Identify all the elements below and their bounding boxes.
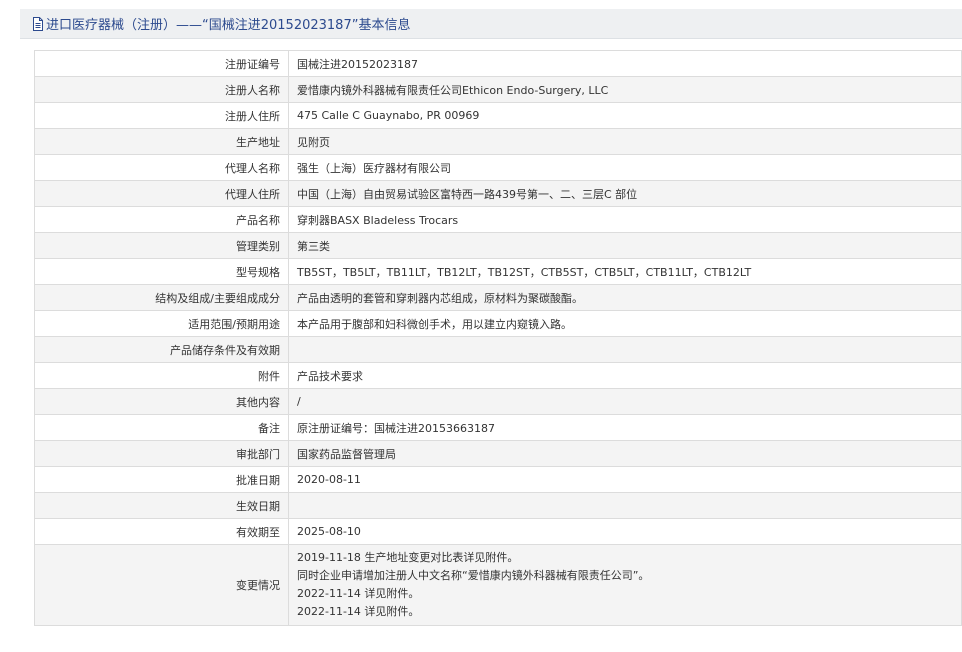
page: 进口医疗器械（注册）——“国械注进20152023187”基本信息 注册证编号国…	[0, 0, 962, 652]
table-row: 有效期至 2025-08-10	[34, 518, 962, 545]
change-history-line: 2022-11-14 详见附件。	[297, 605, 420, 618]
change-history-line: 同时企业申请增加注册人中文名称“爱惜康内镜外科器械有限责任公司”。	[297, 569, 650, 582]
field-label: 注册人名称	[34, 76, 289, 103]
field-label: 注册人住所	[34, 102, 289, 129]
field-label: 变更情况	[34, 544, 289, 626]
field-label: 生产地址	[34, 128, 289, 155]
field-value: 2025-08-10	[288, 518, 962, 545]
field-value: 原注册证编号：国械注进20153663187	[288, 414, 962, 441]
table-row: 生效日期	[34, 492, 962, 519]
field-label: 结构及组成/主要组成成分	[34, 284, 289, 311]
field-value: 国家药品监督管理局	[288, 440, 962, 467]
field-label: 批准日期	[34, 466, 289, 493]
table-row: 备注 原注册证编号：国械注进20153663187	[34, 414, 962, 441]
field-label: 代理人名称	[34, 154, 289, 181]
field-value: 穿刺器BASX Bladeless Trocars	[288, 206, 962, 233]
field-value: 475 Calle C Guaynabo, PR 00969	[288, 102, 962, 129]
field-label: 备注	[34, 414, 289, 441]
table-row: 注册人名称 爱惜康内镜外科器械有限责任公司Ethicon Endo-Surgery…	[34, 76, 962, 103]
field-value: 见附页	[288, 128, 962, 155]
table-row: 注册人住所 475 Calle C Guaynabo, PR 00969	[34, 102, 962, 129]
info-table: 注册证编号 国械注进20152023187 注册人名称 爱惜康内镜外科器械有限责任公司…	[34, 50, 962, 626]
field-value: 第三类	[288, 232, 962, 259]
field-value: 中国（上海）自由贸易试验区富特西一路439号第一、二、三层C 部位	[288, 180, 962, 207]
section-title: 进口医疗器械（注册）——“国械注进20152023187”基本信息	[46, 18, 411, 33]
field-value	[288, 336, 962, 363]
field-value: 2020-08-11	[288, 466, 962, 493]
field-value: 强生（上海）医疗器材有限公司	[288, 154, 962, 181]
field-value: 产品由透明的套管和穿刺器内芯组成，原材料为聚碳酸酯。	[288, 284, 962, 311]
table-row: 生产地址 见附页	[34, 128, 962, 155]
section-header: 进口医疗器械（注册）——“国械注进20152023187”基本信息	[20, 9, 962, 39]
field-label: 审批部门	[34, 440, 289, 467]
field-label: 注册证编号	[34, 50, 289, 77]
field-value: 爱惜康内镜外科器械有限责任公司Ethicon Endo-Surgery, LLC	[288, 76, 962, 103]
field-label: 生效日期	[34, 492, 289, 519]
table-row-change-history: 变更情况 2019-11-18 生产地址变更对比表详见附件。 同时企业申请增加注册人…	[34, 544, 962, 626]
field-label: 附件	[34, 362, 289, 389]
field-label: 产品储存条件及有效期	[34, 336, 289, 363]
field-value	[288, 492, 962, 519]
field-label: 产品名称	[34, 206, 289, 233]
info-table-body: 注册证编号 国械注进20152023187 注册人名称 爱惜康内镜外科器械有限责任公司…	[34, 50, 962, 626]
field-label: 型号规格	[34, 258, 289, 285]
field-label: 其他内容	[34, 388, 289, 415]
field-label: 管理类别	[34, 232, 289, 259]
field-value: TB5ST，TB5LT，TB11LT，TB12LT，TB12ST，CTB5ST，…	[288, 258, 962, 285]
table-row: 批准日期 2020-08-11	[34, 466, 962, 493]
field-value: 产品技术要求	[288, 362, 962, 389]
table-row: 审批部门 国家药品监督管理局	[34, 440, 962, 467]
field-value: /	[288, 388, 962, 415]
table-row: 管理类别 第三类	[34, 232, 962, 259]
table-row: 产品储存条件及有效期	[34, 336, 962, 363]
table-row: 结构及组成/主要组成成分 产品由透明的套管和穿刺器内芯组成，原材料为聚碳酸酯。	[34, 284, 962, 311]
field-value: 本产品用于腹部和妇科微创手术，用以建立内窥镜入路。	[288, 310, 962, 337]
table-row: 其他内容 /	[34, 388, 962, 415]
table-row: 附件 产品技术要求	[34, 362, 962, 389]
change-history-line: 2019-11-18 生产地址变更对比表详见附件。	[297, 551, 519, 564]
document-icon	[32, 16, 44, 31]
field-label: 适用范围/预期用途	[34, 310, 289, 337]
table-row: 产品名称 穿刺器BASX Bladeless Trocars	[34, 206, 962, 233]
table-row: 注册证编号 国械注进20152023187	[34, 50, 962, 77]
table-row: 代理人名称 强生（上海）医疗器材有限公司	[34, 154, 962, 181]
field-value: 国械注进20152023187	[288, 50, 962, 77]
change-history-value: 2019-11-18 生产地址变更对比表详见附件。同时企业申请增加注册人中文名称…	[288, 544, 962, 626]
table-row: 代理人住所 中国（上海）自由贸易试验区富特西一路439号第一、二、三层C 部位	[34, 180, 962, 207]
table-row: 适用范围/预期用途 本产品用于腹部和妇科微创手术，用以建立内窥镜入路。	[34, 310, 962, 337]
change-history-line: 2022-11-14 详见附件。	[297, 587, 420, 600]
field-label: 代理人住所	[34, 180, 289, 207]
table-row: 型号规格 TB5ST，TB5LT，TB11LT，TB12LT，TB12ST，CTB…	[34, 258, 962, 285]
field-label: 有效期至	[34, 518, 289, 545]
